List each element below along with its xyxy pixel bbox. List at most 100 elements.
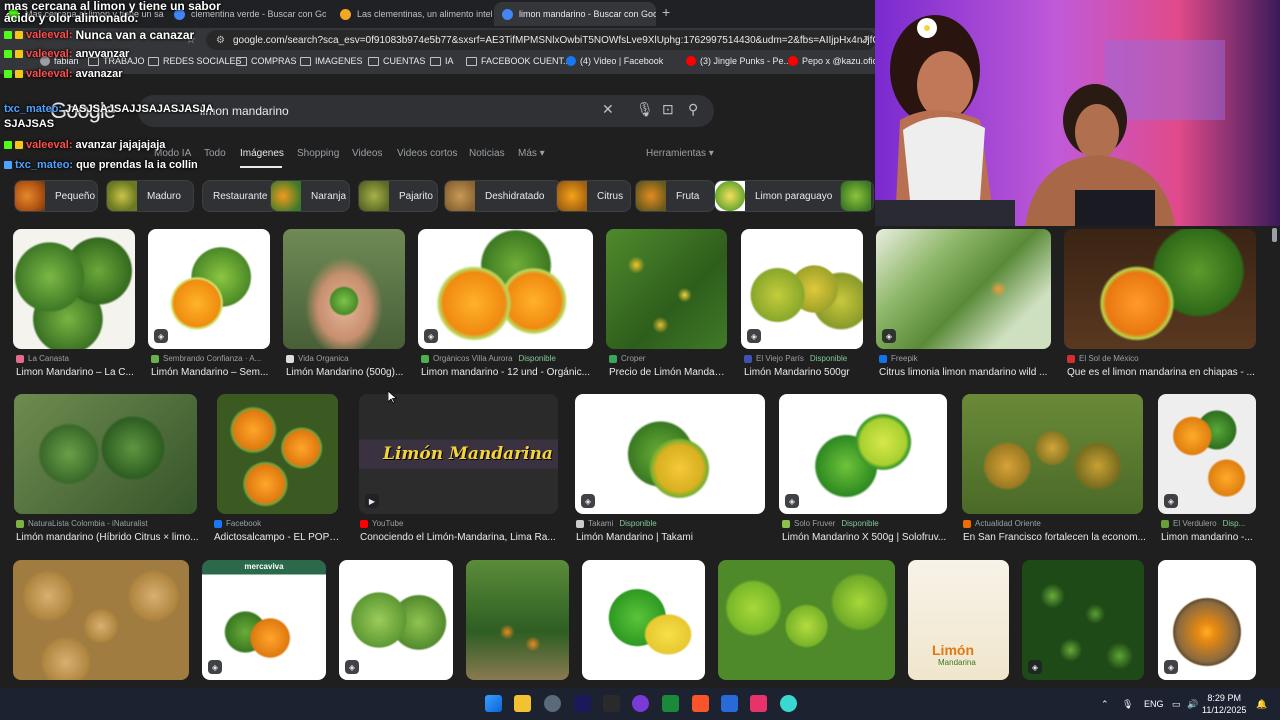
result-source[interactable]: Croper <box>609 354 729 363</box>
result-image[interactable]: ◈ <box>876 229 1051 349</box>
tab-todo[interactable]: Todo <box>204 148 226 159</box>
address-bar[interactable]: ⚙ google.com/search?sca_esv=0f91083b974e… <box>206 30 876 50</box>
chip-limon-paraguayo[interactable]: Limon paraguayo <box>714 180 852 212</box>
site-settings-icon[interactable]: ⚙ <box>216 35 225 46</box>
tab-noticias[interactable]: Noticias <box>469 148 505 159</box>
app-icon[interactable] <box>780 695 797 712</box>
result-source[interactable]: Freepik <box>879 354 1054 363</box>
result-source[interactable]: El Sol de México <box>1067 354 1257 363</box>
result-title[interactable]: Limón Mandarino X 500g | Solofruv... <box>782 532 948 543</box>
result-image[interactable] <box>1064 229 1256 349</box>
result-title[interactable]: Limon mandarino -... <box>1161 532 1261 543</box>
language-indicator[interactable]: ENG <box>1144 699 1164 709</box>
result-source[interactable]: El Viejo París Disponible <box>744 354 869 363</box>
search-icon[interactable]: ⚲ <box>688 101 698 118</box>
microphone-tray-icon[interactable]: 🎙 <box>1122 699 1133 710</box>
chip-naranja[interactable]: Naranja <box>270 180 350 212</box>
tray-overflow-icon[interactable]: ⌃ <box>1101 699 1109 710</box>
app-icon[interactable] <box>721 695 738 712</box>
tab-shopping[interactable]: Shopping <box>297 148 339 159</box>
scrollbar-thumb[interactable] <box>1272 228 1277 242</box>
result-title[interactable]: Limón mandarino (Híbrido Citrus × limo..… <box>16 532 200 543</box>
result-image[interactable] <box>283 229 405 349</box>
tab-videos-cortos[interactable]: Videos cortos <box>397 148 457 159</box>
result-title[interactable]: Adictosalcampo - EL POPU... <box>214 532 342 543</box>
media-player-icon[interactable] <box>662 695 679 712</box>
system-clock[interactable]: 8:29 PM 11/12/2025 <box>1202 692 1246 716</box>
notification-bell-icon[interactable]: 🔔 <box>1256 699 1267 710</box>
bookmark-redes-sociales[interactable]: REDES SOCIALES <box>148 56 242 66</box>
result-title[interactable]: Citrus limonia limon mandarino wild ... <box>879 367 1051 378</box>
result-image[interactable]: Limón Mandarina <box>908 560 1009 680</box>
result-image[interactable] <box>466 560 569 680</box>
result-title[interactable]: Limon Mandarino – La C... <box>16 367 136 378</box>
share-icon[interactable]: ⇗ <box>861 33 870 46</box>
result-image[interactable]: Limón Mandarina ▶ <box>359 394 558 514</box>
result-image[interactable]: ◈ <box>741 229 863 349</box>
result-source[interactable]: Takami Disponible <box>576 519 766 528</box>
result-image[interactable] <box>13 229 135 349</box>
result-title[interactable]: Limón Mandarino (500g)... <box>286 367 406 378</box>
result-image[interactable] <box>718 560 895 680</box>
result-title[interactable]: Precio de Limón Mandari... <box>609 367 727 378</box>
chip-deshidratado[interactable]: Deshidratado <box>444 180 562 212</box>
clear-search-icon[interactable]: ✕ <box>602 101 614 118</box>
result-title[interactable]: Limon mandarino - 12 und - Orgánic... <box>421 367 591 378</box>
chip-more[interactable] <box>840 180 874 212</box>
result-image[interactable]: ◈ <box>148 229 270 349</box>
chip-citrus[interactable]: Citrus <box>556 180 631 212</box>
tab-limon-mandarino[interactable]: limon mandarino - Buscar con Google ✕ <box>494 2 656 26</box>
new-tab-button[interactable]: + <box>662 4 670 20</box>
tab-imagenes[interactable]: Imágenes <box>240 148 284 159</box>
result-title[interactable]: Conociendo el Limón-Mandarina, Lima Ra..… <box>360 532 560 543</box>
bookmark-facebook-cuentas[interactable]: FACEBOOK CUENT... <box>466 56 571 66</box>
bookmark-ia[interactable]: IA <box>430 56 454 66</box>
capcut-icon[interactable] <box>750 695 767 712</box>
volume-icon[interactable]: 🔊 <box>1187 699 1198 710</box>
epic-games-icon[interactable] <box>603 695 620 712</box>
result-title[interactable]: Limón Mandarino 500gr <box>744 367 864 378</box>
bookmark-jingle-punks[interactable]: (3) Jingle Punks - Pe... <box>686 56 791 66</box>
result-source[interactable]: El Verdulero Disp... <box>1161 519 1261 528</box>
chip-pajarito[interactable]: Pajarito <box>358 180 438 212</box>
bookmark-cuentas[interactable]: CUENTAS <box>368 56 425 66</box>
result-title[interactable]: Limón Mandarino | Takami <box>576 532 766 543</box>
result-image[interactable] <box>13 560 189 680</box>
result-source[interactable]: Sembrando Confianza · A... <box>151 354 271 363</box>
result-image[interactable]: ◈ <box>1158 560 1256 680</box>
result-source[interactable]: YouTube <box>360 519 560 528</box>
tab-videos[interactable]: Videos <box>352 148 382 159</box>
tab-clementinas[interactable]: Las clementinas, un alimento inteligente <box>332 2 492 26</box>
start-menu-icon[interactable] <box>485 695 502 712</box>
result-image[interactable] <box>606 229 727 349</box>
obs-icon[interactable] <box>544 695 561 712</box>
result-source[interactable]: Actualidad Oriente <box>963 519 1148 528</box>
result-image[interactable]: mercaviva ◈ <box>202 560 326 680</box>
result-image[interactable] <box>14 394 197 514</box>
app-icon[interactable] <box>632 695 649 712</box>
result-image[interactable] <box>962 394 1143 514</box>
bookmark-imagenes[interactable]: IMAGENES <box>300 56 363 66</box>
bookmark-facebook-video[interactable]: (4) Video | Facebook <box>566 56 663 66</box>
result-source[interactable]: Solo Fruver Disponible <box>782 519 952 528</box>
microphone-icon[interactable]: 🎙 <box>636 101 654 118</box>
result-source[interactable]: Orgánicos Villa Aurora Disponible <box>421 354 596 363</box>
result-source[interactable]: Vida Organica <box>286 354 406 363</box>
premiere-icon[interactable] <box>574 695 591 712</box>
result-title[interactable]: Que es el limon mandarina en chiapas - .… <box>1067 367 1257 378</box>
result-title[interactable]: En San Francisco fortalecen la econom... <box>963 532 1147 543</box>
result-image[interactable]: ◈ <box>1158 394 1256 514</box>
result-image[interactable]: ◈ <box>418 229 593 349</box>
lens-camera-icon[interactable]: ⊡ <box>662 101 674 118</box>
result-image[interactable]: ◈ <box>779 394 947 514</box>
result-image[interactable]: ◈ <box>575 394 765 514</box>
chip-pequeno[interactable]: Pequeño <box>14 180 98 212</box>
result-image[interactable]: ◈ <box>339 560 453 680</box>
tools-button[interactable]: Herramientas ▾ <box>646 148 714 159</box>
bookmark-compras[interactable]: COMPRAS <box>236 56 297 66</box>
network-icon[interactable]: ▭ <box>1172 699 1181 710</box>
result-image[interactable] <box>582 560 705 680</box>
result-source[interactable]: La Canasta <box>16 354 136 363</box>
brave-browser-icon[interactable] <box>692 695 709 712</box>
result-image[interactable]: ◈ <box>1022 560 1144 680</box>
